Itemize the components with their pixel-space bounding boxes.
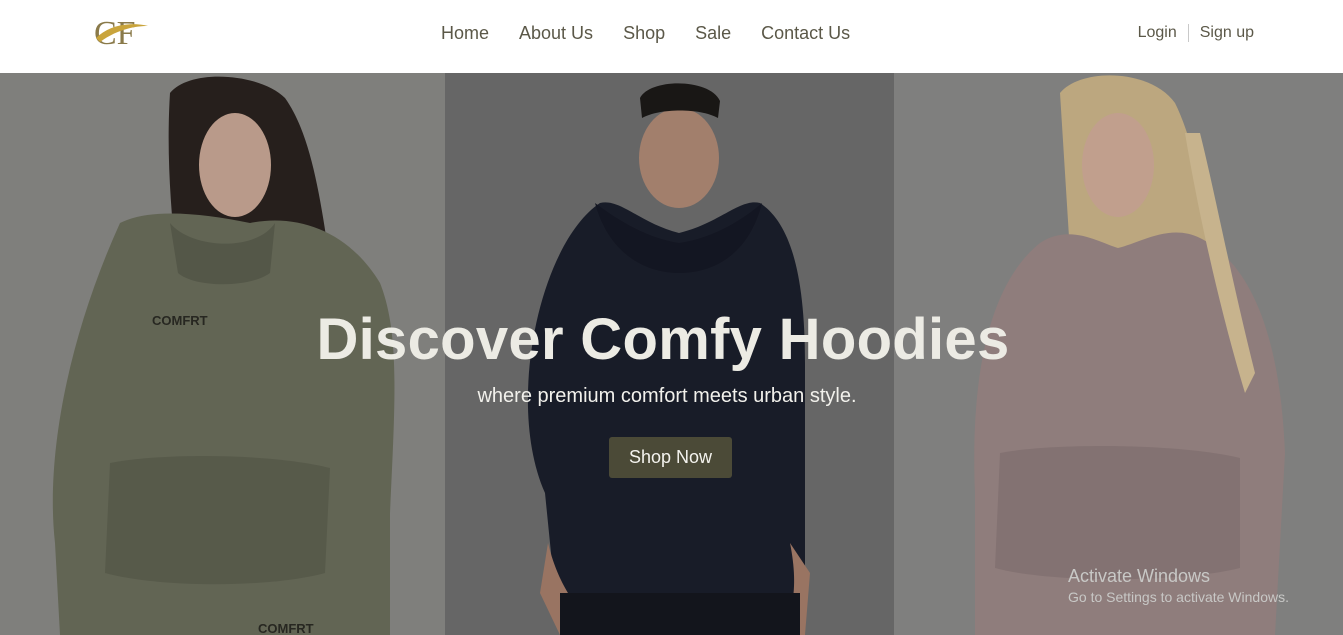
- hero-banner: COMFRT COMFRT Discover Comfy Hoodies whe…: [0, 73, 1343, 635]
- activate-windows-watermark: Activate Windows Go to Settings to activ…: [1068, 566, 1289, 606]
- brand-logo[interactable]: CF: [94, 14, 150, 52]
- auth-divider: [1187, 24, 1189, 42]
- nav-contact-link[interactable]: Contact Us: [761, 22, 850, 44]
- auth-links: Login Sign up: [1138, 23, 1254, 43]
- nav-shop-link[interactable]: Shop: [623, 22, 665, 44]
- hero-title: Discover Comfy Hoodies: [316, 307, 1010, 372]
- watermark-subtitle: Go to Settings to activate Windows.: [1068, 589, 1289, 605]
- nav-about-link[interactable]: About Us: [519, 22, 593, 44]
- watermark-title: Activate Windows: [1068, 566, 1211, 586]
- hero-content: Discover Comfy Hoodies where premium com…: [0, 73, 1343, 635]
- shop-now-button[interactable]: Shop Now: [609, 437, 732, 478]
- top-navbar: CF Home About Us Shop Sale Contact Us Lo…: [0, 0, 1343, 73]
- nav-home-link[interactable]: Home: [441, 22, 489, 44]
- main-nav: Home About Us Shop Sale Contact Us: [441, 22, 880, 44]
- nav-sale-link[interactable]: Sale: [695, 22, 731, 44]
- signup-link[interactable]: Sign up: [1200, 23, 1254, 43]
- login-link[interactable]: Login: [1138, 23, 1177, 43]
- hero-subtitle: where premium comfort meets urban style.: [477, 385, 857, 407]
